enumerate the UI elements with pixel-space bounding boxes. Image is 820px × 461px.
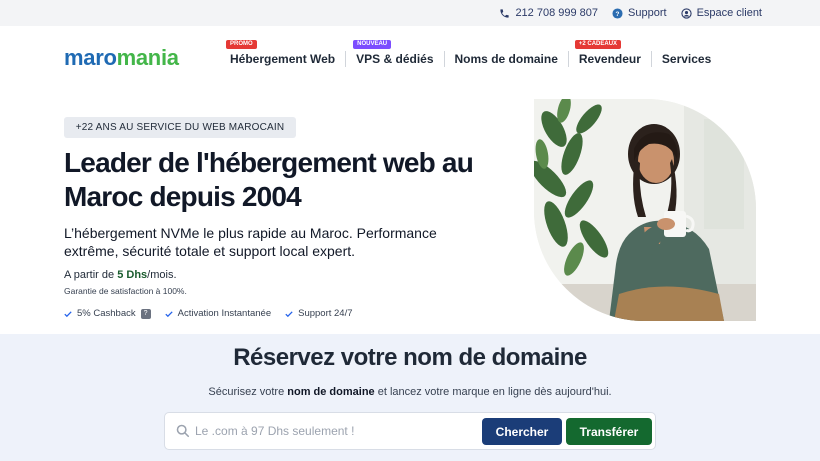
- feature-label: Support 24/7: [298, 308, 353, 319]
- domain-search-input[interactable]: [195, 419, 475, 443]
- feature-cashback: 5% Cashback ?: [64, 308, 151, 319]
- domain-text-end: et lancez votre marque en ligne dès aujo…: [374, 386, 612, 398]
- domain-search-box: Chercher Transférer: [164, 412, 656, 450]
- nav-item-label: Noms de domaine: [454, 52, 558, 66]
- account-label: Espace client: [696, 7, 762, 19]
- check-icon: [285, 310, 293, 317]
- feature-label: Activation Instantanée: [177, 308, 272, 319]
- satisfaction-guarantee: Garantie de satisfaction à 100%.: [64, 286, 187, 296]
- svg-text:?: ?: [616, 10, 620, 17]
- hero-subtitle: L’hébergement NVMe le plus rapide au Mar…: [64, 225, 437, 259]
- new-badge: NOUVEAU: [353, 40, 392, 49]
- main-nav: PROMO Hébergement Web NOUVEAU VPS & dédi…: [220, 40, 721, 68]
- user-circle-icon: [680, 7, 692, 19]
- domain-text-start: Sécurisez votre: [208, 386, 288, 398]
- help-circle-icon: ?: [612, 7, 623, 19]
- logo-part-maro: maro: [64, 45, 117, 70]
- nav-item-hosting[interactable]: PROMO Hébergement Web: [220, 40, 345, 68]
- price-suffix: /mois.: [147, 269, 177, 281]
- logo-part-mania: mania: [116, 45, 179, 70]
- domain-title: Réservez votre nom de domaine: [233, 344, 587, 371]
- nav-item-label: Services: [661, 52, 712, 66]
- price-prefix: A partir de: [64, 269, 118, 281]
- main-header: maromania PROMO Hébergement Web NOUVEAU …: [0, 26, 820, 94]
- woman-with-mug-illustration: [534, 99, 756, 321]
- check-icon: [164, 310, 173, 317]
- phone-icon: [500, 8, 510, 18]
- feature-list: 5% Cashback ? Activation Instantanée Sup…: [64, 308, 353, 319]
- experience-chip: +22 ANS AU SERVICE DU WEB MAROCAIN: [64, 117, 296, 138]
- search-button[interactable]: Chercher: [482, 418, 562, 445]
- hero-photo: [534, 99, 756, 321]
- search-icon: [176, 424, 190, 438]
- nav-item-services[interactable]: Services: [652, 50, 721, 68]
- transfer-button[interactable]: Transférer: [566, 418, 652, 445]
- feature-activation: Activation Instantanée: [164, 308, 272, 319]
- feature-label: 5% Cashback: [77, 308, 136, 319]
- support-label: Support: [628, 7, 667, 19]
- nav-item-domains[interactable]: Noms de domaine: [445, 50, 568, 68]
- account-link[interactable]: Espace client: [680, 7, 762, 19]
- price-line: A partir de 5 Dhs/mois.: [64, 269, 177, 281]
- hero-title: Leader de l'hébergement web au Maroc dep…: [64, 147, 474, 212]
- top-bar: 212 708 999 807 ? Support Espace client: [0, 0, 820, 26]
- domain-text-bold: nom de domaine: [287, 386, 375, 398]
- nav-item-label: Hébergement Web: [230, 52, 336, 66]
- promo-badge: PROMO: [226, 40, 257, 49]
- phone-number: 212 708 999 807: [515, 7, 599, 19]
- price-value: 5 Dhs: [117, 269, 148, 281]
- nav-item-vps[interactable]: NOUVEAU VPS & dédiés: [346, 40, 443, 68]
- help-icon[interactable]: ?: [140, 308, 151, 319]
- gifts-badge: +2 CADEAUX: [574, 40, 622, 49]
- nav-item-label: Revendeur: [578, 52, 641, 66]
- check-icon: [64, 310, 72, 317]
- nav-item-label: VPS & dédiés: [356, 52, 434, 66]
- nav-item-reseller[interactable]: +2 CADEAUX Revendeur: [569, 40, 651, 68]
- feature-support: Support 24/7: [285, 308, 353, 319]
- phone-link[interactable]: 212 708 999 807: [499, 7, 598, 19]
- logo[interactable]: maromania: [64, 45, 179, 71]
- support-link[interactable]: ? Support: [612, 7, 667, 19]
- domain-description: Sécurisez votre nom de domaine et lancez…: [0, 386, 820, 398]
